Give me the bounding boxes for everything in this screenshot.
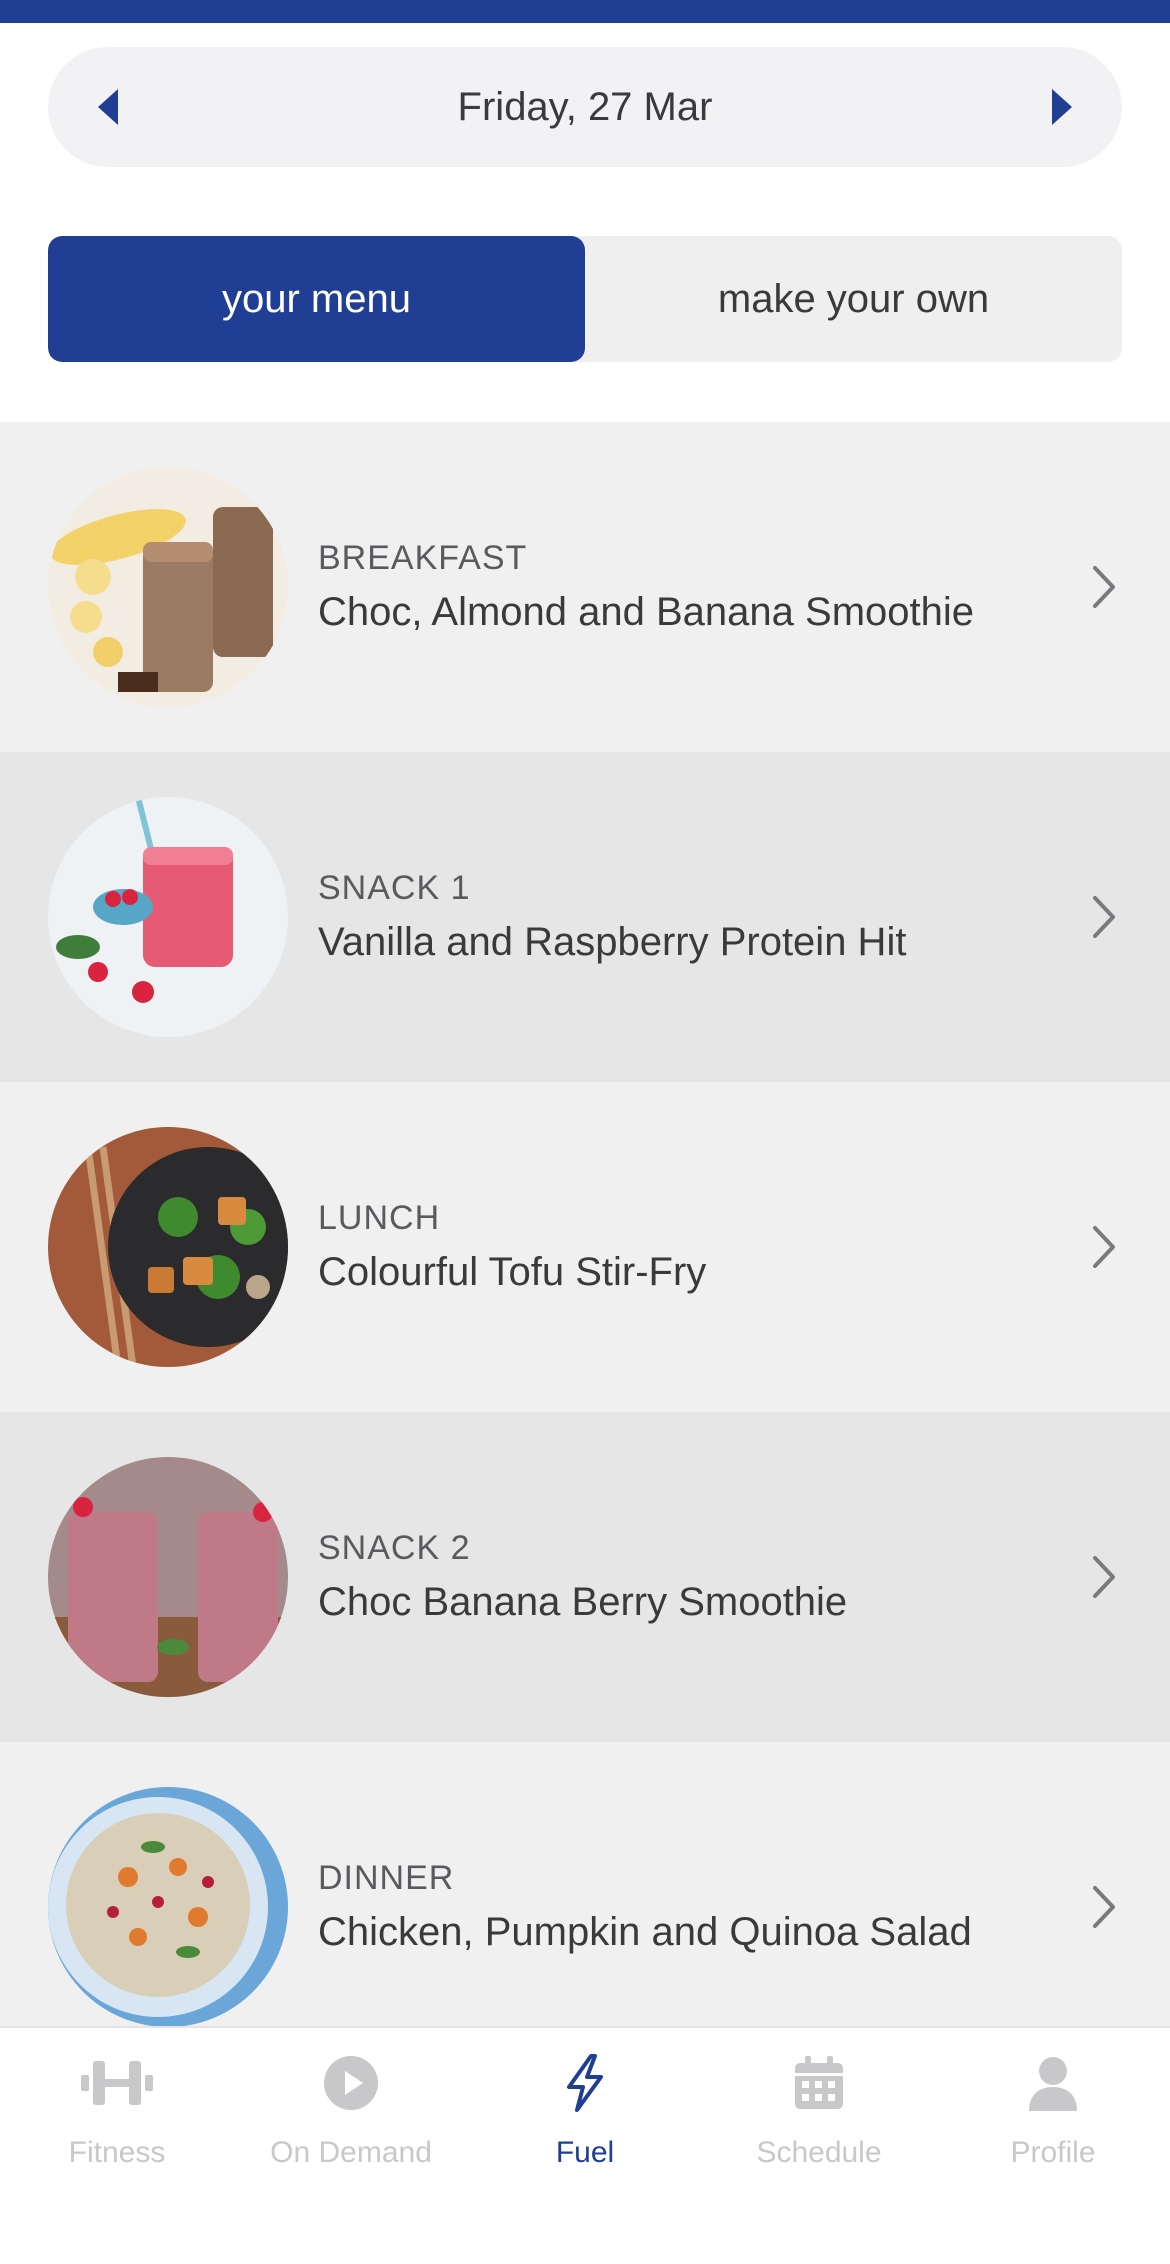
tab-profile[interactable]: Profile — [936, 2028, 1170, 2264]
tab-fuel[interactable]: Fuel — [468, 2028, 702, 2264]
previous-day-button[interactable] — [48, 47, 168, 167]
caret-left-icon — [98, 89, 118, 125]
chevron-right-icon — [1084, 557, 1124, 617]
meal-type-label: BREAKFAST — [318, 539, 528, 577]
tab-label: Fuel — [555, 2136, 615, 2169]
tab-label: On Demand — [270, 2136, 432, 2169]
meal-title: Choc, Almond and Banana Smoothie — [318, 590, 974, 634]
meal-thumbnail — [48, 1787, 288, 2026]
meal-title: Chicken, Pumpkin and Quinoa Salad — [318, 1910, 972, 1954]
tab-label: Fitness — [68, 2136, 166, 2169]
chevron-right-icon — [1084, 887, 1124, 947]
tab-on-demand[interactable]: On Demand — [234, 2028, 468, 2264]
meal-type-label: DINNER — [318, 1859, 455, 1897]
caret-right-icon — [1052, 89, 1072, 125]
bottom-tab-bar: Fitness On Demand Fuel Schedule Profile — [0, 2026, 1170, 2264]
dumbbell-icon — [77, 2048, 157, 2118]
meal-thumbnail — [48, 797, 288, 1037]
date-navigator: Friday, 27 Mar — [48, 47, 1122, 167]
meal-thumbnail — [48, 467, 288, 707]
meal-title: Colourful Tofu Stir-Fry — [318, 1250, 707, 1294]
tab-schedule[interactable]: Schedule — [702, 2028, 936, 2264]
meal-thumbnail — [48, 1127, 288, 1367]
meal-row-dinner[interactable]: DINNER Chicken, Pumpkin and Quinoa Salad — [0, 1742, 1170, 2026]
meal-row-snack-2[interactable]: SNACK 2 Choc Banana Berry Smoothie — [0, 1412, 1170, 1742]
current-date: Friday, 27 Mar — [457, 84, 713, 129]
tab-make-your-own[interactable]: make your own — [585, 236, 1122, 362]
meal-type-label: SNACK 2 — [318, 1529, 471, 1567]
tab-label: Profile — [1010, 2136, 1096, 2169]
chevron-right-icon — [1084, 1547, 1124, 1607]
tab-your-menu[interactable]: your menu — [48, 236, 585, 362]
person-icon — [1013, 2048, 1093, 2118]
top-status-bar — [0, 0, 1170, 23]
play-icon — [311, 2048, 391, 2118]
calendar-icon — [779, 2048, 859, 2118]
menu-segmented-control: your menu make your own — [48, 236, 1122, 362]
chevron-right-icon — [1084, 1877, 1124, 1937]
meal-row-breakfast[interactable]: BREAKFAST Choc, Almond and Banana Smooth… — [0, 422, 1170, 752]
tab-label: Schedule — [756, 2136, 882, 2169]
lightning-icon — [545, 2048, 625, 2118]
meal-row-lunch[interactable]: LUNCH Colourful Tofu Stir-Fry — [0, 1082, 1170, 1412]
meal-type-label: SNACK 1 — [318, 869, 471, 907]
tab-fitness[interactable]: Fitness — [0, 2028, 234, 2264]
meal-list: BREAKFAST Choc, Almond and Banana Smooth… — [0, 422, 1170, 2026]
meal-thumbnail — [48, 1457, 288, 1697]
next-day-button[interactable] — [1002, 47, 1122, 167]
meal-title: Vanilla and Raspberry Protein Hit — [318, 920, 907, 964]
meal-type-label: LUNCH — [318, 1199, 441, 1237]
chevron-right-icon — [1084, 1217, 1124, 1277]
meal-title: Choc Banana Berry Smoothie — [318, 1580, 848, 1624]
meal-row-snack-1[interactable]: SNACK 1 Vanilla and Raspberry Protein Hi… — [0, 752, 1170, 1082]
